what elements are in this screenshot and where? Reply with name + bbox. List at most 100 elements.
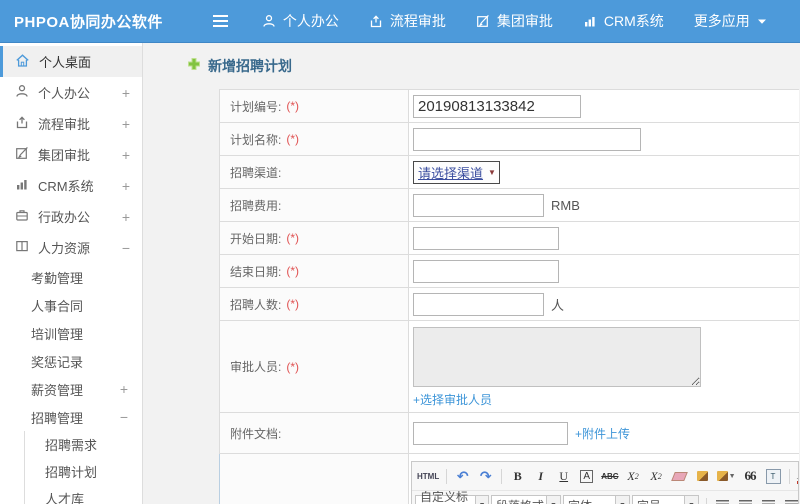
hamburger-menu-icon[interactable] (212, 15, 228, 27)
plan-name-input[interactable] (413, 127, 641, 151)
book-icon (15, 239, 29, 256)
sidebar-item-salary[interactable]: 薪资管理 + (0, 375, 142, 403)
form-row-end-date: 结束日期: (*) (220, 255, 799, 288)
form-row-approvers: 审批人员: (*) +选择审批人员 (220, 321, 799, 413)
eraser-icon[interactable] (669, 466, 690, 486)
user-icon (15, 84, 29, 101)
plus-icon (187, 57, 201, 76)
sidebar-item-hr[interactable]: 人力资源 − (0, 232, 142, 263)
recruitment-plan-form: 计划编号: (*) 计划名称: (*) 招聘渠道: (219, 89, 799, 504)
edit-icon (15, 146, 29, 163)
font-family-dropdown[interactable]: 字体▼ (563, 495, 630, 504)
app-logo: PHPOA协同办公软件 (14, 13, 163, 31)
undo-icon[interactable]: ↶ (452, 466, 473, 486)
paste-icon[interactable]: T (763, 466, 784, 486)
briefcase-icon (15, 208, 29, 225)
sidebar-item-recruit-mgmt[interactable]: 招聘管理 − (0, 403, 142, 431)
required-marker: (*) (286, 99, 300, 113)
top-menu-more-apps[interactable]: 更多应用 (694, 11, 767, 31)
form-row-editor: HTML ↶ ↷ B I U A ABC X2 X 2 ▼ 66 T 自定义标 (219, 454, 799, 504)
align-right-icon[interactable] (758, 495, 779, 504)
plan-number-input[interactable] (413, 94, 581, 118)
page-title: 新增招聘计划 (208, 58, 292, 74)
expand-plus-icon[interactable]: + (122, 116, 130, 132)
app-window: PHPOA协同办公软件 个人办公 流程审批 集团审批 CRM系统 更多应用 个人… (0, 0, 800, 504)
font-color-button[interactable]: A▼ (795, 466, 798, 486)
sidebar-item-personal-office[interactable]: 个人办公 + (0, 77, 142, 108)
chart-icon (583, 14, 597, 28)
user-icon (262, 14, 276, 28)
top-menu-crm[interactable]: CRM系统 (583, 11, 664, 31)
field-label: 计划编号: (230, 99, 282, 114)
underline-button[interactable]: U (553, 466, 574, 486)
collapse-minus-icon[interactable]: − (122, 240, 130, 256)
blockquote-button[interactable]: 66 (740, 466, 761, 486)
sidebar-item-training[interactable]: 培训管理 (0, 319, 142, 347)
required-marker: (*) (286, 132, 300, 146)
attachment-input[interactable] (413, 421, 568, 445)
top-menu-personal-office[interactable]: 个人办公 (262, 11, 339, 31)
cost-input[interactable] (413, 193, 544, 217)
form-row-channel: 招聘渠道: 请选择渠道 ▼ (220, 156, 799, 189)
caret-down-icon (757, 18, 767, 25)
caret-down-icon: ▼ (684, 496, 698, 504)
custom-title-dropdown[interactable]: 自定义标题▼ (415, 491, 489, 504)
end-date-input[interactable] (413, 259, 559, 283)
format-brush-icon[interactable] (692, 466, 713, 486)
sidebar-item-rewards[interactable]: 奖惩记录 (0, 347, 142, 375)
sidebar-item-group-approval[interactable]: 集团审批 + (0, 139, 142, 170)
expand-plus-icon[interactable]: + (122, 209, 130, 225)
sidebar-item-process-approval[interactable]: 流程审批 + (0, 108, 142, 139)
edit-icon (476, 14, 490, 28)
sidebar-item-crm[interactable]: CRM系统 + (0, 170, 142, 201)
source-code-button[interactable]: HTML (415, 466, 441, 486)
strikethrough-button[interactable]: ABC (599, 466, 620, 486)
align-center-icon[interactable] (735, 495, 756, 504)
expand-plus-icon[interactable]: + (122, 178, 130, 194)
field-label: 招聘人数: (230, 297, 282, 312)
editor-toolbar-row1: HTML ↶ ↷ B I U A ABC X2 X 2 ▼ 66 T (412, 462, 798, 491)
sidebar-item-hr-contract[interactable]: 人事合同 (0, 291, 142, 319)
bold-button[interactable]: B (507, 466, 528, 486)
field-label: 招聘费用: (230, 198, 282, 213)
headcount-input[interactable] (413, 292, 544, 316)
sidebar-hr-submenu: 考勤管理 人事合同 培训管理 奖惩记录 薪资管理 + 招聘管理 − 招聘需求 招聘计… (0, 263, 142, 504)
select-approvers-link[interactable]: +选择审批人员 (413, 391, 492, 408)
expand-plus-icon[interactable]: + (122, 85, 130, 101)
subscript-button[interactable]: X2 (646, 466, 667, 486)
sidebar-item-recruit-plan[interactable]: 招聘计划 (25, 458, 142, 485)
editor-toolbar-row2: 自定义标题▼ 段落格式▼ 字体▼ 字号▼ ∞ (412, 491, 798, 504)
top-menu-group-approval[interactable]: 集团审批 (476, 11, 553, 31)
expand-plus-icon[interactable]: + (120, 381, 128, 397)
sidebar-item-recruit-demand[interactable]: 招聘需求 (25, 431, 142, 458)
superscript-button[interactable]: X2 (623, 466, 644, 486)
process-icon (15, 115, 29, 132)
process-icon (369, 14, 383, 28)
expand-plus-icon[interactable]: + (122, 147, 130, 163)
attachment-upload-link[interactable]: +附件上传 (575, 425, 630, 442)
font-size-dropdown[interactable]: 字号▼ (632, 495, 699, 504)
required-marker: (*) (286, 297, 300, 311)
italic-button[interactable]: I (530, 466, 551, 486)
sidebar-item-admin-office[interactable]: 行政办公 + (0, 201, 142, 232)
caret-down-icon: ▼ (546, 496, 560, 504)
sidebar-item-talent-pool[interactable]: 人才库 (25, 485, 142, 504)
top-menu-process-approval[interactable]: 流程审批 (369, 11, 446, 31)
sidebar-item-attendance[interactable]: 考勤管理 (0, 263, 142, 291)
align-left-icon[interactable] (712, 495, 733, 504)
redo-icon[interactable]: ↷ (475, 466, 496, 486)
main-content: 新增招聘计划 计划编号: (*) 计划名称: (*) (143, 43, 800, 504)
start-date-input[interactable] (413, 226, 559, 250)
channel-select[interactable]: 请选择渠道 ▼ (413, 160, 500, 184)
approvers-textarea[interactable] (413, 327, 701, 387)
align-justify-icon[interactable] (781, 495, 798, 504)
field-label: 附件文档: (230, 426, 282, 441)
form-row-headcount: 招聘人数: (*) 人 (220, 288, 799, 321)
collapse-minus-icon[interactable]: − (120, 409, 128, 425)
format-painter-icon[interactable]: ▼ (715, 466, 738, 486)
required-marker: (*) (286, 231, 300, 245)
autotypeset-button[interactable]: A (580, 469, 594, 483)
form-row-start-date: 开始日期: (*) (220, 222, 799, 255)
paragraph-format-dropdown[interactable]: 段落格式▼ (491, 495, 561, 504)
sidebar-item-personal-desktop[interactable]: 个人桌面 (0, 46, 142, 77)
